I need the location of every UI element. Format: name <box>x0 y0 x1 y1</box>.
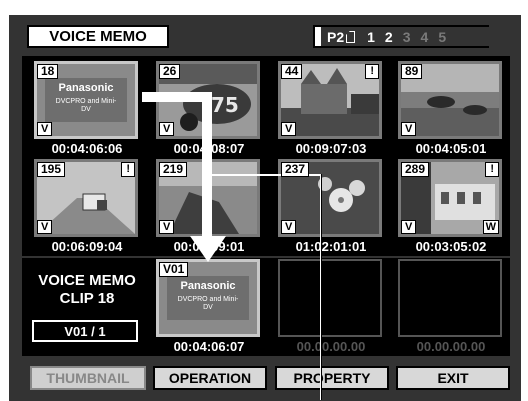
timecode-clip-289: 00:03:05:02 <box>415 239 487 254</box>
p2-card-icon <box>346 30 356 43</box>
memo-timecode-3: 00.00.00.00 <box>416 339 486 354</box>
warning-icon: ! <box>485 162 499 177</box>
thumbnail-clip-44[interactable]: 44 ! V <box>278 61 382 139</box>
page-3: 3 <box>402 28 411 45</box>
clip-number: 219 <box>159 162 188 177</box>
property-button[interactable]: PROPERTY <box>275 366 389 390</box>
clip-number: 237 <box>281 162 310 177</box>
page-5: 5 <box>438 28 447 45</box>
thumbnail-clip-195[interactable]: 195 ! V <box>34 159 138 237</box>
thumbnail-clip-237[interactable]: 237 V <box>278 159 382 237</box>
clip-number: 289 <box>401 162 430 177</box>
logo-text: Panasonic <box>58 82 114 94</box>
video-tag: V <box>37 220 53 234</box>
memo-id: V01 <box>159 262 189 277</box>
wide-tag: W <box>482 220 499 234</box>
voice-memo-title: VOICE MEMO <box>38 272 136 289</box>
voice-memo-thumbnail-v01[interactable]: V01 Panasonic DVCPRO and Mini-DV <box>156 259 260 337</box>
video-tag: V <box>159 122 175 136</box>
memo-timecode-1: 00:04:06:07 <box>173 339 245 354</box>
slot-label: P2 <box>327 28 345 45</box>
logo-subtext: DVCPRO and Mini-DV <box>55 98 117 113</box>
video-tag: V <box>281 220 297 234</box>
divider <box>22 256 510 258</box>
page-1[interactable]: 1 <box>367 29 375 45</box>
callout-arrow-vertical <box>202 92 212 240</box>
pointer-line-vertical <box>320 174 322 400</box>
svg-text:75: 75 <box>211 93 239 117</box>
empty-memo-slot-2 <box>278 259 382 337</box>
thumbnail-clip-289[interactable]: 289 ! V W <box>398 159 502 237</box>
clip-number: 26 <box>159 64 181 79</box>
clip-number: 89 <box>401 64 423 79</box>
video-tag: V <box>281 122 297 136</box>
clip-number: 195 <box>37 162 66 177</box>
video-tag: V <box>159 220 175 234</box>
page-4: 4 <box>420 28 429 45</box>
warning-icon: ! <box>365 64 379 79</box>
memo-timecode-2: 00.00.00.00 <box>296 339 366 354</box>
timecode-clip-44: 00:09:07:03 <box>295 141 367 156</box>
page-selector: P2 1 2 3 4 5 <box>321 27 491 46</box>
timecode-clip-195: 00:06:09:04 <box>51 239 123 254</box>
clip-number: 18 <box>37 64 59 79</box>
logo-subtext: DVCPRO and Mini-DV <box>177 296 239 311</box>
video-tag: V <box>401 122 417 136</box>
video-tag: V <box>401 220 417 234</box>
voice-memo-clip: CLIP 18 <box>59 290 115 307</box>
thumbnail-button: THUMBNAIL <box>30 366 146 390</box>
page-2[interactable]: 2 <box>385 29 393 45</box>
clip-number: 44 <box>281 64 303 79</box>
thumbnail-clip-89[interactable]: 89 V <box>398 61 502 139</box>
thumbnail-clip-18[interactable]: 18 Panasonic DVCPRO and Mini-DV V <box>34 61 138 139</box>
empty-memo-slot-3 <box>398 259 502 337</box>
down-arrow-icon <box>190 236 226 262</box>
timecode-clip-18: 00:04:06:06 <box>51 141 123 156</box>
timecode-clip-237: 01:02:01:01 <box>295 239 367 254</box>
voice-memo-label: VOICE MEMO CLIP 18 <box>28 272 146 308</box>
logo-text: Panasonic <box>180 280 236 292</box>
screen-title: VOICE MEMO <box>27 25 169 48</box>
memo-index: V01 / 1 <box>32 320 138 342</box>
video-tag: V <box>37 122 53 136</box>
exit-button[interactable]: EXIT <box>396 366 510 390</box>
timecode-clip-89: 00:04:05:01 <box>415 141 487 156</box>
operation-button[interactable]: OPERATION <box>153 366 267 390</box>
warning-icon: ! <box>121 162 135 177</box>
